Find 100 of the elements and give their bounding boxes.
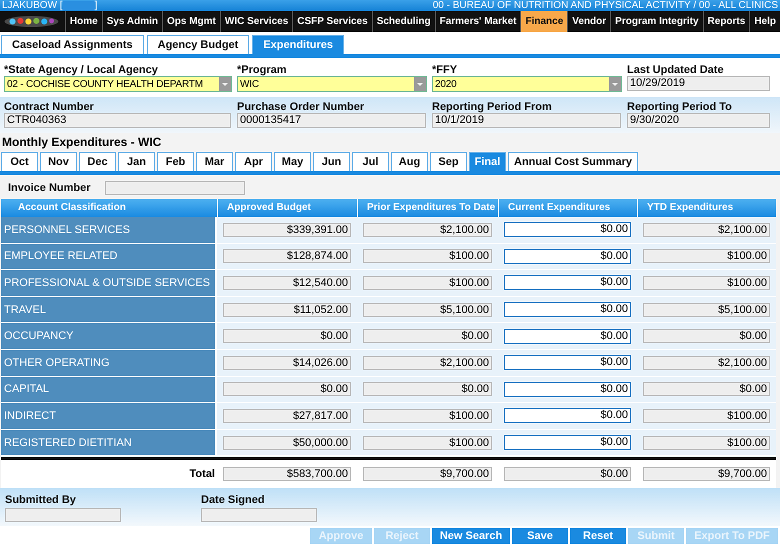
amount-input[interactable]: $0.00 <box>504 275 631 290</box>
field-label: Last Updated Date <box>627 64 725 76</box>
month-tab[interactable]: Nov <box>40 152 77 171</box>
user-bracket: ] <box>94 0 98 11</box>
agency-title: 00 - BUREAU OF NUTRITION AND PHYSICAL ACTIVITY / 00 - ALL CLINICS <box>432 0 778 11</box>
amount-field: $100.00 <box>643 408 770 423</box>
total-amount-field: $9,700.00 <box>363 466 492 481</box>
field-label: Date Signed <box>201 494 266 506</box>
readonly-field: 9/30/2020 <box>627 113 770 128</box>
amount-field: $100.00 <box>643 276 770 290</box>
amount-field: $100.00 <box>363 408 492 423</box>
amount-input[interactable]: $0.00 <box>504 355 631 370</box>
amount-field: $0.00 <box>643 382 770 396</box>
account-classification-cell: PROFESSIONAL & OUTSIDE SERVICES <box>1 270 217 296</box>
dropdown-field[interactable]: 02 - COCHISE COUNTY HEALTH DEPARTM <box>4 76 232 92</box>
month-tab[interactable]: May <box>274 152 311 171</box>
month-tab[interactable]: Oct <box>1 152 38 171</box>
readonly-field: 0000135417 <box>237 113 426 128</box>
total-label: Total <box>190 468 215 480</box>
amount-field: $50,000.00 <box>223 436 351 450</box>
field-label: Reporting Period From <box>432 101 553 113</box>
dropdown-field[interactable]: WIC <box>237 76 427 92</box>
amount-input[interactable]: $0.00 <box>504 302 631 318</box>
account-classification-cell: CAPITAL <box>1 376 217 402</box>
column-header: Prior Expenditures To Date <box>357 199 498 217</box>
user-name: LJAKUBOW [ <box>2 0 63 11</box>
amount-field: $27,817.00 <box>223 408 351 423</box>
amount-field: $14,026.00 <box>223 356 351 370</box>
column-header: Account Classification <box>17 201 127 215</box>
amount-field: $2,100.00 <box>643 356 770 370</box>
date-field: 10/29/2019 <box>627 76 770 91</box>
column-header: Approved Budget <box>217 199 357 217</box>
amount-input[interactable]: $0.00 <box>504 328 631 344</box>
amount-field: $339,391.00 <box>223 222 351 237</box>
month-tab[interactable]: Jun <box>313 152 350 171</box>
field-label: Contract Number <box>4 101 95 113</box>
month-tab[interactable]: Sep <box>430 152 467 171</box>
amount-field: $11,052.00 <box>223 302 351 317</box>
total-amount-field: $9,700.00 <box>643 466 770 481</box>
amount-input[interactable]: $0.00 <box>504 222 631 238</box>
amount-input[interactable]: $0.00 <box>504 408 631 424</box>
amount-field: $0.00 <box>363 382 492 396</box>
field-label: Reporting Period To <box>627 101 733 113</box>
amount-field: $100.00 <box>643 249 770 264</box>
account-classification-cell: REGISTERED DIETITIAN <box>1 430 217 456</box>
total-amount-field: $583,700.00 <box>223 466 351 481</box>
account-classification-cell: OTHER OPERATING <box>1 350 217 376</box>
month-tab[interactable]: Final <box>469 152 506 171</box>
amount-field: $100.00 <box>363 249 492 264</box>
amount-field: $100.00 <box>363 276 492 290</box>
month-tab[interactable]: Feb <box>157 152 194 171</box>
dropdown-field[interactable]: 2020 <box>432 76 622 92</box>
readonly-field: CTR040363 <box>4 113 231 128</box>
amount-input[interactable]: $0.00 <box>504 435 631 450</box>
caret-icon <box>414 77 426 91</box>
amount-input[interactable]: $0.00 <box>504 248 631 264</box>
column-header: Current Expenditures <box>498 199 637 217</box>
account-classification-cell: OCCUPANCY <box>1 323 217 349</box>
amount-field: $5,100.00 <box>643 302 770 317</box>
amount-field: $2,100.00 <box>363 356 492 370</box>
account-classification-cell: INDIRECT <box>1 403 217 429</box>
readonly-field: 10/1/2019 <box>432 113 621 128</box>
page-tab[interactable]: Agency Budget <box>146 35 250 54</box>
field-label: Invoice Number <box>8 182 91 194</box>
month-tab[interactable]: Jul <box>352 152 389 171</box>
amount-field: $0.00 <box>363 329 492 344</box>
month-tab[interactable]: Dec <box>79 152 116 171</box>
month-tab[interactable]: Annual Cost Summary <box>508 152 638 171</box>
amount-field: $2,100.00 <box>643 222 770 237</box>
amount-field: $0.00 <box>223 329 351 344</box>
action-button[interactable]: Save <box>512 528 568 544</box>
amount-field: $12,540.00 <box>223 276 351 290</box>
amount-field: $100.00 <box>363 436 492 450</box>
redacted-block <box>62 1 95 10</box>
caret-icon <box>219 77 231 91</box>
account-classification-cell: TRAVEL <box>1 296 217 322</box>
page-tab[interactable]: Expenditures <box>252 35 344 54</box>
month-tab[interactable]: Jan <box>118 152 155 171</box>
amount-input[interactable]: $0.00 <box>504 382 631 397</box>
action-button[interactable]: Reset <box>570 528 626 544</box>
account-classification-cell: EMPLOYEE RELATED <box>1 244 217 270</box>
nav-tab[interactable]: Finance <box>520 11 568 32</box>
amount-field: $0.00 <box>223 382 351 396</box>
page-tab[interactable]: Caseload Assignments <box>1 35 144 54</box>
action-button[interactable]: New Search <box>432 528 510 544</box>
invoice-field[interactable] <box>104 181 245 195</box>
amount-field: $0.00 <box>643 329 770 344</box>
month-tab[interactable]: Mar <box>196 152 233 171</box>
amount-field: $5,100.00 <box>363 302 492 317</box>
amount-field: $128,874.00 <box>223 249 351 264</box>
amount-field: $2,100.00 <box>363 222 492 237</box>
total-amount-field: $0.00 <box>504 466 631 481</box>
field-label: Submitted By <box>5 494 77 506</box>
month-tab[interactable]: Apr <box>235 152 272 171</box>
field-label: *State Agency / Local Agency <box>4 64 159 76</box>
field-label: *FFY <box>432 64 458 76</box>
account-classification-cell: PERSONNEL SERVICES <box>1 217 217 243</box>
month-tab[interactable]: Aug <box>391 152 428 171</box>
amount-field: $100.00 <box>643 436 770 450</box>
column-header: YTD Expenditures <box>637 199 776 217</box>
